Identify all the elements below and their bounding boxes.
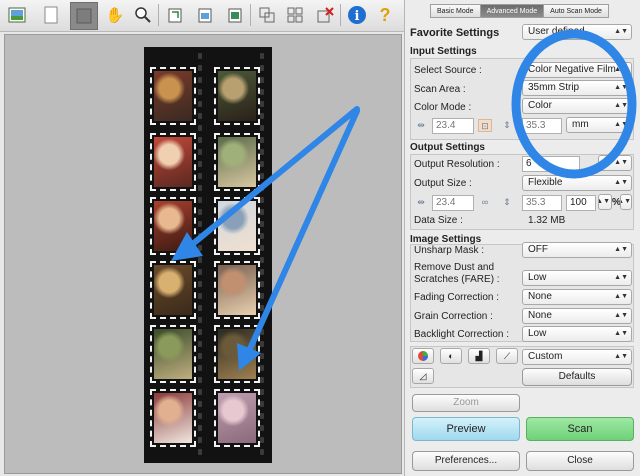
backlight-correction-label: Backlight Correction : [414, 329, 510, 340]
tab-advanced-mode[interactable]: Advanced Mode [480, 4, 545, 18]
toolbar-divider [340, 4, 341, 26]
select-arrows-icon: ▲▼ [614, 274, 628, 281]
scale-unit-select[interactable]: ▲▼ [620, 194, 632, 210]
remove-dust-value: Low [528, 272, 547, 283]
info-icon[interactable]: i [346, 4, 368, 26]
input-width-field[interactable]: 23.4 [432, 118, 474, 134]
brightness-contrast-icon[interactable]: ◐ [440, 348, 462, 364]
output-settings-title: Output Settings [410, 142, 485, 153]
remove-dust-label-line2: Scratches (FARE) : [414, 274, 500, 285]
defaults-button[interactable]: Defaults [522, 368, 632, 386]
input-settings-title: Input Settings [410, 46, 477, 57]
histogram-icon[interactable]: ▟ [468, 348, 490, 364]
rotate-right-icon[interactable] [194, 4, 216, 26]
remove-dust-select[interactable]: Low ▲▼ [522, 270, 632, 286]
scan-button[interactable]: Scan [526, 417, 634, 441]
select-arrows-icon: ▲▼ [614, 330, 628, 337]
final-review-icon[interactable]: ◿ [412, 368, 434, 384]
crop-icon[interactable] [256, 4, 278, 26]
clear-crop-icon[interactable] [314, 4, 336, 26]
chain-link-icon[interactable]: ∞ [478, 196, 492, 209]
select-arrows-icon: ▲▼ [614, 293, 628, 300]
annotation-arrow [186, 106, 360, 250]
unsharp-mask-value: OFF [528, 244, 548, 255]
color-mode-label: Color Mode : [414, 102, 472, 113]
zoom-icon[interactable] [132, 4, 154, 26]
color-settings-select[interactable]: Custom ▲▼ [522, 349, 632, 365]
select-arrows-icon: ▲▼ [614, 312, 628, 319]
toolbar-divider [250, 4, 251, 26]
grain-correction-select[interactable]: None ▲▼ [522, 308, 632, 324]
select-arrows-icon: ▲▼ [614, 246, 628, 253]
width-icon: ⇹ [417, 120, 425, 130]
annotation-arrows [171, 106, 360, 371]
multi-crop-icon[interactable] [284, 4, 306, 26]
preview-area[interactable] [4, 34, 402, 474]
stepper-arrows-icon: ▲▼ [599, 198, 610, 205]
toolbar-divider [158, 4, 159, 26]
mirror-icon[interactable] [224, 4, 246, 26]
unsharp-mask-select[interactable]: OFF ▲▼ [522, 242, 632, 258]
preview-button[interactable]: Preview [412, 417, 520, 441]
lock-aspect-icon[interactable]: ⊡ [478, 119, 492, 132]
annotation-circle [511, 29, 637, 179]
data-size-label: Data Size : [414, 215, 463, 226]
fading-correction-select[interactable]: None ▲▼ [522, 289, 632, 305]
output-scale-field[interactable]: 100 [566, 195, 596, 211]
select-arrows-icon: ▲▼ [614, 353, 628, 360]
favorite-settings-label: Favorite Settings [410, 27, 500, 39]
output-size-label: Output Size : [414, 178, 472, 189]
backlight-correction-select[interactable]: Low ▲▼ [522, 326, 632, 342]
select-source-label: Select Source : [414, 65, 482, 76]
page-icon[interactable] [40, 4, 62, 26]
svg-text:i: i [355, 9, 360, 24]
output-width-field[interactable]: 23.4 [432, 195, 474, 211]
grain-correction-value: None [528, 310, 552, 321]
tab-basic-mode[interactable]: Basic Mode [430, 4, 481, 18]
annotation-arrow [246, 108, 360, 354]
color-settings-value: Custom [528, 351, 563, 362]
data-size-value: 1.32 MB [528, 215, 566, 226]
output-height-field[interactable]: 35.3 [522, 195, 562, 211]
tone-curve-icon[interactable]: ⟋ [496, 348, 518, 364]
output-resolution-label: Output Resolution : [414, 159, 500, 170]
hand-icon[interactable]: ✋ [104, 4, 126, 26]
preferences-button[interactable]: Preferences... [412, 451, 520, 471]
color-balance-icon[interactable] [412, 348, 434, 364]
tab-auto-scan-mode[interactable]: Auto Scan Mode [544, 4, 609, 18]
select-arrows-icon: ▲▼ [621, 198, 631, 205]
thumbnail-icon[interactable] [6, 4, 28, 26]
mode-tabs: Basic Mode Advanced Mode Auto Scan Mode [430, 4, 609, 18]
toolbar: ✋ i ? [0, 0, 404, 32]
help-icon[interactable]: ? [374, 4, 396, 26]
remove-dust-label-line1: Remove Dust and [414, 262, 495, 273]
scan-area-label: Scan Area : [414, 84, 466, 95]
zoom-button[interactable]: Zoom [412, 394, 520, 412]
unsharp-mask-label: Unsharp Mask : [414, 245, 485, 256]
grain-correction-label: Grain Correction : [414, 311, 493, 322]
height-icon: ⇕ [503, 197, 511, 207]
width-icon: ⇹ [417, 197, 425, 207]
scale-stepper[interactable]: ▲▼ [598, 194, 612, 210]
backlight-correction-value: Low [528, 328, 547, 339]
crop-frame-icon[interactable] [70, 2, 98, 30]
fading-correction-value: None [528, 291, 552, 302]
rotate-left-icon[interactable] [164, 4, 186, 26]
close-button[interactable]: Close [526, 451, 634, 471]
fading-correction-label: Fading Correction : [414, 292, 500, 303]
